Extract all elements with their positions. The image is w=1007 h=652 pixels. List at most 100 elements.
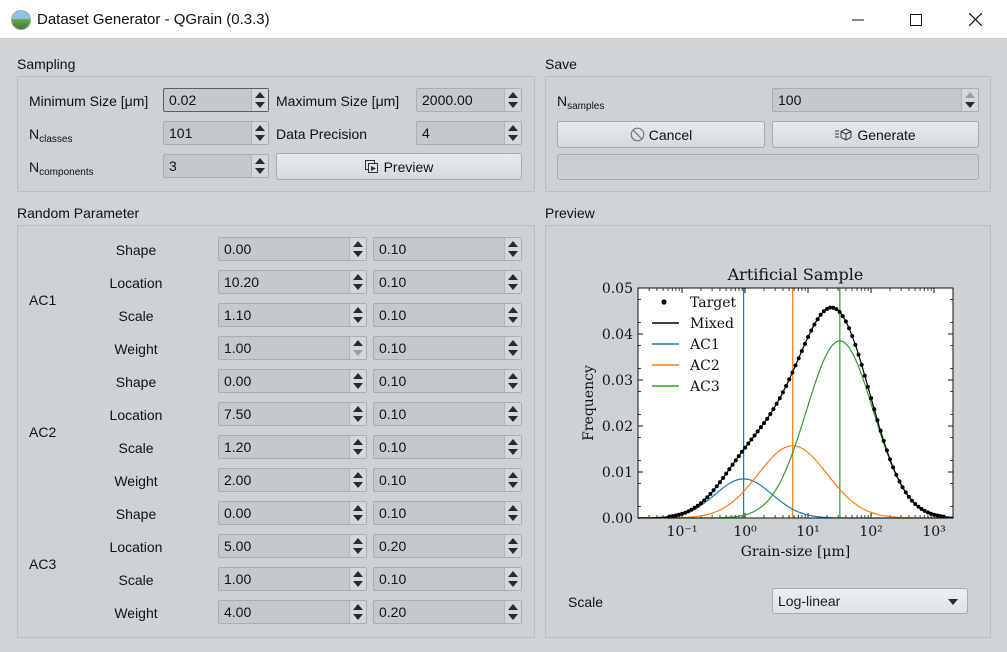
ac2-location-std-spinbox[interactable]: 0.10 <box>373 402 522 426</box>
ac3-shape-mean-value[interactable]: 0.00 <box>224 505 251 521</box>
spin-arrows[interactable] <box>349 535 366 557</box>
ac1-scale-mean-spinbox[interactable]: 1.10 <box>218 303 367 327</box>
n-classes-spinbox[interactable]: 101 <box>163 121 269 145</box>
spin-arrows[interactable] <box>349 436 366 458</box>
ac3-weight-mean-value[interactable]: 4.00 <box>224 604 251 620</box>
spin-arrows[interactable] <box>504 535 521 557</box>
min-size-value[interactable]: 0.02 <box>169 92 196 108</box>
ac2-location-mean-value[interactable]: 7.50 <box>224 406 251 422</box>
ac2-shape-mean-spinbox[interactable]: 0.00 <box>218 369 367 393</box>
ac1-location-std-spinbox[interactable]: 0.10 <box>373 270 522 294</box>
spin-arrows[interactable] <box>504 271 521 293</box>
spin-arrows[interactable] <box>349 370 366 392</box>
ac1-shape-mean-value[interactable]: 0.00 <box>224 241 251 257</box>
ac1-scale-std-value[interactable]: 0.10 <box>379 307 406 323</box>
spin-arrows[interactable] <box>504 89 521 111</box>
spin-arrows[interactable] <box>504 238 521 260</box>
ac2-scale-mean-value[interactable]: 1.20 <box>224 439 251 455</box>
n-components-value[interactable]: 3 <box>169 158 177 174</box>
n-samples-value[interactable]: 100 <box>778 92 801 108</box>
ac2-location-std-value[interactable]: 0.10 <box>379 406 406 422</box>
minimize-button[interactable] <box>835 0 881 39</box>
n-components-spinbox[interactable]: 3 <box>163 154 269 178</box>
ac3-weight-std-value[interactable]: 0.20 <box>379 604 406 620</box>
spin-arrows[interactable] <box>349 304 366 326</box>
generate-button[interactable]: Generate <box>772 121 979 148</box>
preview-button[interactable]: Preview <box>276 153 522 180</box>
ac1-weight-std-spinbox[interactable]: 0.10 <box>373 336 522 360</box>
max-size-spinbox[interactable]: 2000.00 <box>416 88 522 112</box>
precision-spinbox[interactable]: 4 <box>416 121 522 145</box>
ac2-weight-mean-value[interactable]: 2.00 <box>224 472 251 488</box>
ac3-location-std-value[interactable]: 0.20 <box>379 538 406 554</box>
maximize-button[interactable] <box>893 0 939 39</box>
ac2-weight-std-spinbox[interactable]: 0.10 <box>373 468 522 492</box>
spin-arrows[interactable] <box>504 304 521 326</box>
n-classes-value[interactable]: 101 <box>169 125 192 141</box>
ac2-shape-std-value[interactable]: 0.10 <box>379 373 406 389</box>
scale-value[interactable]: Log-linear <box>778 593 840 609</box>
ac3-location-mean-value[interactable]: 5.00 <box>224 538 251 554</box>
chevron-down-icon[interactable] <box>948 599 958 605</box>
close-button[interactable] <box>952 0 998 39</box>
spin-arrows[interactable] <box>504 403 521 425</box>
spin-arrows[interactable] <box>349 568 366 590</box>
ac1-weight-std-value[interactable]: 0.10 <box>379 340 406 356</box>
ac2-weight-mean-spinbox[interactable]: 2.00 <box>218 468 367 492</box>
precision-value[interactable]: 4 <box>422 125 430 141</box>
spin-arrows[interactable] <box>961 89 978 111</box>
n-samples-spinbox[interactable]: 100 <box>772 88 979 112</box>
spin-arrows[interactable] <box>504 436 521 458</box>
ac3-scale-std-spinbox[interactable]: 0.10 <box>373 567 522 591</box>
ac3-location-std-spinbox[interactable]: 0.20 <box>373 534 522 558</box>
ac2-shape-std-spinbox[interactable]: 0.10 <box>373 369 522 393</box>
ac3-scale-mean-spinbox[interactable]: 1.00 <box>218 567 367 591</box>
ac3-shape-mean-spinbox[interactable]: 0.00 <box>218 501 367 525</box>
spin-arrows[interactable] <box>349 469 366 491</box>
ac2-shape-mean-value[interactable]: 0.00 <box>224 373 251 389</box>
ac3-weight-mean-spinbox[interactable]: 4.00 <box>218 600 367 624</box>
max-size-value[interactable]: 2000.00 <box>422 92 473 108</box>
spin-arrows[interactable] <box>504 337 521 359</box>
spin-arrows[interactable] <box>504 370 521 392</box>
spin-arrows[interactable] <box>504 469 521 491</box>
ac2-scale-mean-spinbox[interactable]: 1.20 <box>218 435 367 459</box>
spin-arrows[interactable] <box>251 122 268 144</box>
spin-arrows[interactable] <box>251 155 268 177</box>
ac1-scale-mean-value[interactable]: 1.10 <box>224 307 251 323</box>
ac3-shape-std-spinbox[interactable]: 0.10 <box>373 501 522 525</box>
spin-arrows[interactable] <box>504 568 521 590</box>
spin-arrows[interactable] <box>504 601 521 623</box>
target-point <box>869 396 874 401</box>
ac1-scale-std-spinbox[interactable]: 0.10 <box>373 303 522 327</box>
ac1-shape-mean-spinbox[interactable]: 0.00 <box>218 237 367 261</box>
ac1-shape-std-spinbox[interactable]: 0.10 <box>373 237 522 261</box>
spin-arrows[interactable] <box>349 238 366 260</box>
ac2-scale-std-spinbox[interactable]: 0.10 <box>373 435 522 459</box>
ac2-weight-std-value[interactable]: 0.10 <box>379 472 406 488</box>
ac1-shape-std-value[interactable]: 0.10 <box>379 241 406 257</box>
ac1-location-mean-value[interactable]: 10.20 <box>224 274 259 290</box>
spin-arrows[interactable] <box>504 502 521 524</box>
spin-arrows[interactable] <box>251 89 268 111</box>
ac3-weight-std-spinbox[interactable]: 0.20 <box>373 600 522 624</box>
spin-arrows[interactable] <box>349 337 366 359</box>
cancel-button[interactable]: Cancel <box>557 121 765 148</box>
scale-combobox[interactable]: Log-linear <box>772 588 968 614</box>
ac1-location-std-value[interactable]: 0.10 <box>379 274 406 290</box>
ac1-location-mean-spinbox[interactable]: 10.20 <box>218 270 367 294</box>
spin-arrows[interactable] <box>349 601 366 623</box>
ac1-weight-mean-spinbox[interactable]: 1.00 <box>218 336 367 360</box>
ac3-scale-mean-value[interactable]: 1.00 <box>224 571 251 587</box>
ac3-scale-std-value[interactable]: 0.10 <box>379 571 406 587</box>
ac1-weight-mean-value[interactable]: 1.00 <box>224 340 251 356</box>
spin-arrows[interactable] <box>349 271 366 293</box>
spin-arrows[interactable] <box>504 122 521 144</box>
spin-arrows[interactable] <box>349 403 366 425</box>
ac3-shape-std-value[interactable]: 0.10 <box>379 505 406 521</box>
ac2-scale-std-value[interactable]: 0.10 <box>379 439 406 455</box>
spin-arrows[interactable] <box>349 502 366 524</box>
ac3-location-mean-spinbox[interactable]: 5.00 <box>218 534 367 558</box>
ac2-location-mean-spinbox[interactable]: 7.50 <box>218 402 367 426</box>
min-size-spinbox[interactable]: 0.02 <box>163 88 269 112</box>
